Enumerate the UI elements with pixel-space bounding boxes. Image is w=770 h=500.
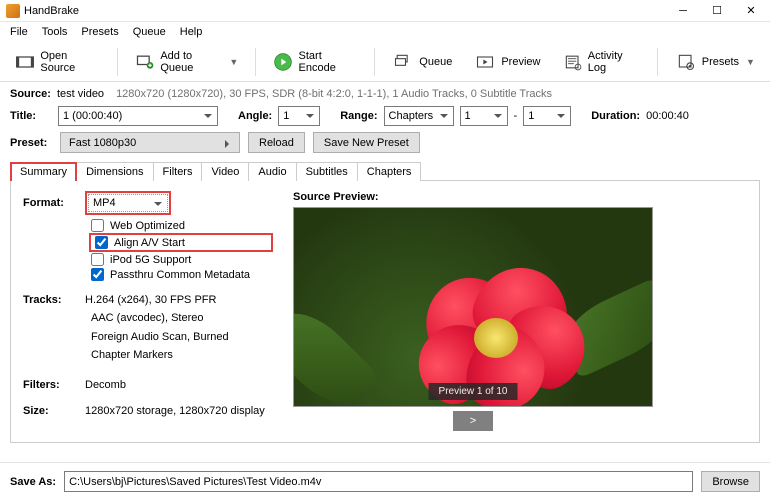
ipod5g-checkbox[interactable]: iPod 5G Support <box>91 252 273 267</box>
menu-bar: File Tools Presets Queue Help <box>0 22 770 42</box>
preset-select[interactable]: Fast 1080p30 <box>60 132 240 153</box>
save-new-preset-button[interactable]: Save New Preset <box>313 132 420 153</box>
browse-button[interactable]: Browse <box>701 471 760 492</box>
chevron-down-icon: ▼ <box>746 57 755 67</box>
film-icon <box>15 51 35 73</box>
duration-value: 00:00:40 <box>646 110 689 122</box>
duration-label: Duration: <box>591 110 640 122</box>
title-label: Title: <box>10 110 52 122</box>
tab-video[interactable]: Video <box>201 162 249 181</box>
add-queue-button[interactable]: Add to Queue ▼ <box>126 45 247 79</box>
play-icon <box>273 51 293 73</box>
app-title: HandBrake <box>24 5 666 17</box>
source-preview-label: Source Preview: <box>293 191 749 203</box>
menu-queue[interactable]: Queue <box>127 24 172 40</box>
preset-label: Preset: <box>10 137 52 149</box>
angle-select[interactable]: 1 <box>278 106 320 126</box>
format-select[interactable]: MP4 <box>88 194 168 212</box>
angle-label: Angle: <box>238 110 272 122</box>
align-av-checkbox[interactable]: Align A/V Start <box>95 235 269 250</box>
tab-audio[interactable]: Audio <box>248 162 296 181</box>
queue-icon <box>392 51 414 73</box>
separator <box>117 48 118 76</box>
size-label: Size: <box>23 405 85 417</box>
reload-button[interactable]: Reload <box>248 132 305 153</box>
preview-button[interactable]: Preview <box>465 46 549 78</box>
source-label: Source: <box>10 88 51 100</box>
range-dash: - <box>514 110 518 122</box>
filters-label: Filters: <box>23 379 85 391</box>
minimize-button[interactable]: ─ <box>666 0 700 22</box>
maximize-button[interactable]: ☐ <box>700 0 734 22</box>
range-type-select[interactable]: Chapters <box>384 106 454 126</box>
menu-presets[interactable]: Presets <box>75 24 124 40</box>
toolbar: Open Source Add to Queue ▼ Start Encode … <box>0 42 770 82</box>
menu-help[interactable]: Help <box>174 24 209 40</box>
web-optimized-checkbox[interactable]: Web Optimized <box>91 218 273 233</box>
tabs: Summary Dimensions Filters Video Audio S… <box>10 161 760 181</box>
preview-next-button[interactable]: > <box>453 411 493 431</box>
range-to-select[interactable]: 1 <box>523 106 571 126</box>
format-label: Format: <box>23 197 85 209</box>
presets-label: Presets <box>702 56 739 68</box>
save-path-input[interactable] <box>64 471 693 492</box>
separator <box>374 48 375 76</box>
source-preview[interactable]: Preview 1 of 10 <box>293 207 653 407</box>
add-queue-label: Add to Queue <box>160 50 222 74</box>
queue-label: Queue <box>419 56 452 68</box>
tab-filters[interactable]: Filters <box>153 162 203 181</box>
activity-log-button[interactable]: Activity Log <box>553 45 648 79</box>
tab-chapters[interactable]: Chapters <box>357 162 422 181</box>
track-subs: Foreign Audio Scan, Burned <box>91 328 273 347</box>
passthru-checkbox[interactable]: Passthru Common Metadata <box>91 267 273 282</box>
size-value: 1280x720 storage, 1280x720 display <box>85 405 265 417</box>
tab-dimensions[interactable]: Dimensions <box>76 162 153 181</box>
track-audio: AAC (avcodec), Stereo <box>91 309 273 328</box>
tracks-label: Tracks: <box>23 294 85 306</box>
preview-label: Preview <box>501 56 540 68</box>
save-as-bar: Save As: Browse <box>0 462 770 500</box>
range-label: Range: <box>340 110 377 122</box>
start-encode-button[interactable]: Start Encode <box>264 45 366 79</box>
track-video: H.264 (x264), 30 FPS PFR <box>85 294 216 306</box>
menu-tools[interactable]: Tools <box>36 24 74 40</box>
tab-body-summary: Format: MP4 Web Optimized Align A/V Star… <box>10 181 760 443</box>
chevron-down-icon: ▼ <box>229 57 238 67</box>
preview-hud: Preview 1 of 10 <box>429 383 518 400</box>
separator <box>255 48 256 76</box>
add-queue-icon <box>135 51 155 73</box>
presets-button[interactable]: Presets ▼ <box>666 46 764 78</box>
app-icon <box>6 4 20 18</box>
save-as-label: Save As: <box>10 476 56 488</box>
log-icon <box>562 51 582 73</box>
menu-file[interactable]: File <box>4 24 34 40</box>
presets-icon <box>675 51 697 73</box>
separator <box>657 48 658 76</box>
open-source-button[interactable]: Open Source <box>6 45 109 79</box>
track-chapters: Chapter Markers <box>91 346 273 365</box>
tab-summary[interactable]: Summary <box>10 162 77 181</box>
range-from-select[interactable]: 1 <box>460 106 508 126</box>
source-info: 1280x720 (1280x720), 30 FPS, SDR (8-bit … <box>116 88 552 100</box>
tab-subtitles[interactable]: Subtitles <box>296 162 358 181</box>
title-bar: HandBrake ─ ☐ ✕ <box>0 0 770 22</box>
activity-log-label: Activity Log <box>588 50 640 74</box>
queue-button[interactable]: Queue <box>383 46 461 78</box>
open-source-label: Open Source <box>40 50 100 74</box>
source-name: test video <box>57 88 104 100</box>
close-button[interactable]: ✕ <box>734 0 768 22</box>
start-encode-label: Start Encode <box>299 50 358 74</box>
title-select[interactable]: 1 (00:00:40) <box>58 106 218 126</box>
filters-value: Decomb <box>85 379 126 391</box>
preview-icon <box>474 51 496 73</box>
